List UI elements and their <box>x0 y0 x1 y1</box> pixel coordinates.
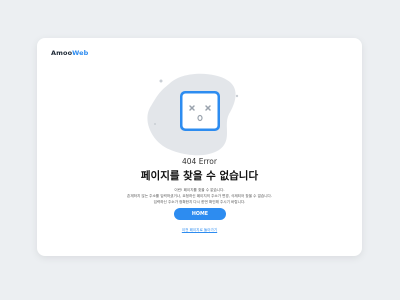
error-illustration <box>147 73 239 156</box>
description-line: 입력하신 주소가 정확한지 다시 한번 확인해 주시기 바랍니다. <box>153 200 246 205</box>
brand-logo-part1: Amoo <box>51 49 73 57</box>
home-button[interactable]: HOME <box>174 208 226 220</box>
error-description: 이런! 페이지를 찾을 수 없습니다. 존재하지 않는 주소를 입력하셨거나, … <box>37 187 362 206</box>
error-card: AmooWeb 404 Error 페이지를 찾을 수 없습니다 이런! 페이지… <box>37 38 362 256</box>
dead-face-icon <box>180 91 220 131</box>
error-code: 404 Error <box>182 157 217 166</box>
error-title: 페이지를 찾을 수 없습니다 <box>140 170 259 182</box>
back-link[interactable]: 이전 페이지로 돌아가기 <box>37 228 362 233</box>
brand-logo-part2: Web <box>72 49 89 57</box>
brand-logo[interactable]: AmooWeb <box>51 49 88 57</box>
